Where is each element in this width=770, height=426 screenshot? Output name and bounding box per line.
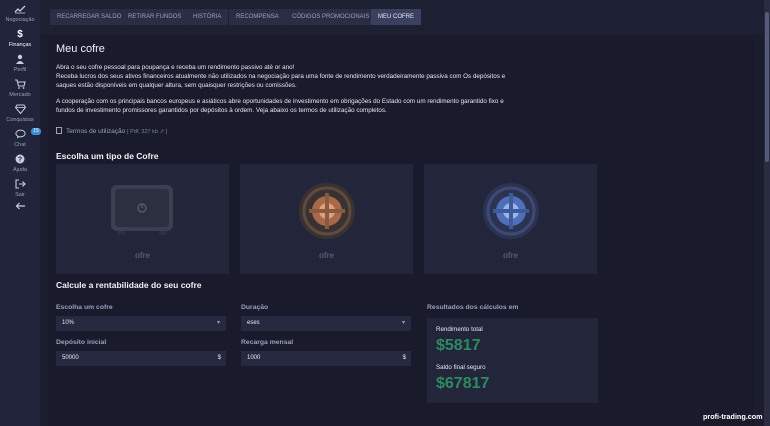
safe-card-caption: ofre [134, 251, 151, 260]
intro-line: Receba lucros dos seus ativos financeiro… [56, 73, 506, 80]
cooperation-line: fundos de investimento promissores garan… [56, 107, 387, 114]
tab-historia[interactable]: HISTÓRIA [186, 9, 229, 25]
watermark: profi-trading.com [703, 412, 763, 421]
sidebar-item-label: Sair [15, 192, 25, 198]
safe-select-label: Escolha um cofre [56, 304, 113, 311]
final-balance-label: Saldo final seguro [436, 364, 486, 371]
intro-line: Abra o seu cofre pessoal para poupança e… [56, 64, 295, 71]
total-income-label: Rendimento total [436, 326, 483, 333]
logout-icon [0, 179, 40, 190]
safe-dark-icon [110, 185, 173, 235]
results-label: Resultados dos cálculos em [427, 304, 519, 311]
sidebar-item-label: Negociação [5, 17, 35, 23]
tab-meu-cofre[interactable]: MEU COFRE [371, 9, 421, 25]
sidebar-item-label: Perfil [13, 67, 27, 73]
monthly-currency: $ [402, 355, 406, 361]
chevron-down-icon: ▾ [401, 320, 405, 326]
duration-select-label: Duração [241, 304, 269, 311]
chat-badge: 15 [31, 128, 41, 135]
tab-recarregar-saldo[interactable]: RECARREGAR SALDO [50, 9, 129, 25]
terms-link[interactable]: Termos de utilização [ Pdf, 327 kb ↗ ] [56, 127, 167, 135]
cooperation-paragraph: A cooperação com os principais bancos eu… [56, 97, 616, 115]
deposit-label: Depósito inicial [56, 339, 107, 346]
sidebar-item-sair[interactable]: Sair [0, 179, 40, 199]
monthly-input[interactable]: 1000 $ [241, 351, 411, 366]
safe-card[interactable]: ofre [56, 164, 229, 274]
duration-select[interactable]: eses ▾ [241, 316, 411, 331]
sidebar-item-financas[interactable]: $ Finanças [0, 29, 40, 49]
document-icon [56, 127, 62, 134]
sidebar-item-mercado[interactable]: Mercado [0, 79, 40, 99]
cart-icon [0, 79, 40, 90]
deposit-input[interactable]: 50000 $ [56, 351, 226, 366]
duration-select-value: eses [247, 320, 260, 326]
help-icon: ? [0, 154, 40, 165]
user-icon [0, 54, 40, 65]
sidebar-item-perfil[interactable]: Perfil [0, 54, 40, 74]
cooperation-line: A cooperação com os principais bancos eu… [56, 98, 504, 105]
intro-paragraph: Abra o seu cofre pessoal para poupança e… [56, 63, 616, 90]
sidebar-item-ajuda[interactable]: ? Ajuda [0, 154, 40, 174]
final-balance-value: $67817 [436, 375, 490, 392]
safe-card[interactable]: ofre [240, 164, 413, 274]
sidebar-item-chat[interactable]: Chat 15 [0, 128, 41, 149]
svg-text:?: ? [18, 157, 22, 164]
tab-retirar-fundos[interactable]: RETIRAR FUNDOS [121, 9, 189, 25]
monthly-value: 1000 [247, 355, 261, 361]
sidebar-item-label: Chat [14, 142, 26, 148]
sidebar-item-label: Ajuda [12, 167, 28, 173]
terms-label: Termos de utilização [66, 128, 126, 135]
dollar-icon: $ [17, 29, 23, 40]
safe-card[interactable]: ofre [424, 164, 597, 274]
page-title: Meu cofre [56, 43, 105, 55]
deposit-value: 50000 [62, 355, 79, 361]
scrollbar-thumb[interactable] [765, 12, 769, 162]
terms-meta: [ Pdf, 327 kb ↗ ] [127, 129, 168, 135]
deposit-currency: $ [217, 355, 221, 361]
safe-bronze-icon [298, 183, 355, 239]
chevron-down-icon: ▾ [216, 320, 220, 326]
sidebar-item-conquistas[interactable]: Conquistas [0, 104, 40, 124]
safe-type-heading: Escolha um tipo de Cofre [56, 151, 159, 161]
safe-select-value: 10% [62, 320, 75, 326]
safe-select[interactable]: 10% ▾ [56, 316, 226, 331]
tab-codigos-promocionais[interactable]: CÓDIGOS PROMOCIONAIS [285, 9, 377, 25]
chart-line-icon [0, 4, 40, 15]
sidebar: Negociação $ Finanças Perfil Mercado Con… [0, 0, 41, 426]
safe-card-caption: ofre [318, 251, 335, 260]
sidebar-item-negociacao[interactable]: Negociação [0, 4, 40, 24]
finance-tabs-bar: RECARREGAR SALDO RETIRAR FUNDOS HISTÓRIA… [40, 0, 764, 34]
arrow-left-icon [0, 202, 40, 213]
sidebar-item-label: Conquistas [6, 117, 34, 123]
intro-line: saques estão disponíveis em qualquer alt… [56, 82, 297, 89]
sidebar-item-label: Finanças [8, 42, 32, 48]
monthly-label: Recarga mensal [241, 339, 294, 346]
results-panel: Rendimento total $5817 Saldo final segur… [427, 318, 598, 403]
calculator-heading: Calcule a rentabilidade do seu cofre [56, 280, 202, 290]
collapse-sidebar-button[interactable] [0, 202, 40, 213]
sidebar-item-label: Mercado [9, 92, 31, 98]
tab-recompensa[interactable]: RECOMPENSA [229, 9, 286, 25]
safe-card-caption: ofre [502, 251, 519, 260]
total-income-value: $5817 [436, 337, 481, 354]
safe-blue-icon [482, 183, 539, 239]
diamond-icon [0, 104, 40, 115]
